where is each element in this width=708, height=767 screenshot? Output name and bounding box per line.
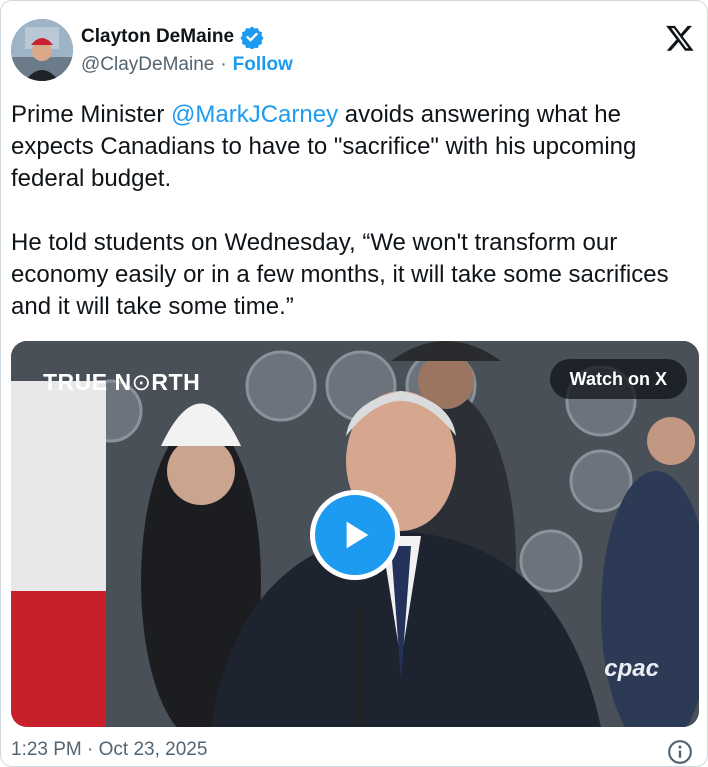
brand-text: TRUE N (43, 369, 132, 395)
play-button[interactable] (310, 490, 400, 580)
mention-link[interactable]: @MarkJCarney (171, 101, 338, 128)
author-handle[interactable]: @ClayDeMaine (81, 54, 214, 76)
info-icon[interactable] (667, 739, 693, 765)
brand-o-glyph: ⊙ (131, 369, 152, 395)
tweet-paragraph: He told students on Wednesday, “We won't… (11, 229, 669, 320)
brand-text: RTH (151, 369, 201, 395)
tweet-paragraph: Prime Minister @MarkJCarney avoids answe… (11, 99, 701, 195)
verified-badge-icon (240, 26, 264, 49)
avatar-photo (11, 19, 73, 81)
x-logo-icon[interactable] (665, 23, 695, 53)
tweet-card: Clayton DeMaine @ClayDeMaine · Follow Pr… (0, 0, 708, 767)
author-name-row: Clayton DeMaine (81, 25, 264, 49)
tweet-text: Prime Minister @MarkJCarney avoids answe… (11, 99, 701, 355)
video-player[interactable]: TRUE N⊙RTH Watch on X cpac (11, 341, 699, 727)
handle-separator: · (220, 54, 227, 75)
play-icon (346, 521, 369, 549)
tweet-text-segment: Prime Minister (11, 101, 172, 128)
avatar[interactable] (11, 19, 73, 81)
author-display-name[interactable]: Clayton DeMaine (81, 26, 234, 48)
tweet-timestamp[interactable]: 1:23 PM · Oct 23, 2025 (11, 739, 207, 761)
watch-on-x-button[interactable]: Watch on X (549, 359, 687, 399)
author-handle-row: @ClayDeMaine · Follow (81, 54, 293, 76)
cpac-watermark: cpac (604, 655, 659, 682)
follow-button[interactable]: Follow (233, 54, 293, 76)
brand-watermark: TRUE N⊙RTH (43, 369, 200, 396)
